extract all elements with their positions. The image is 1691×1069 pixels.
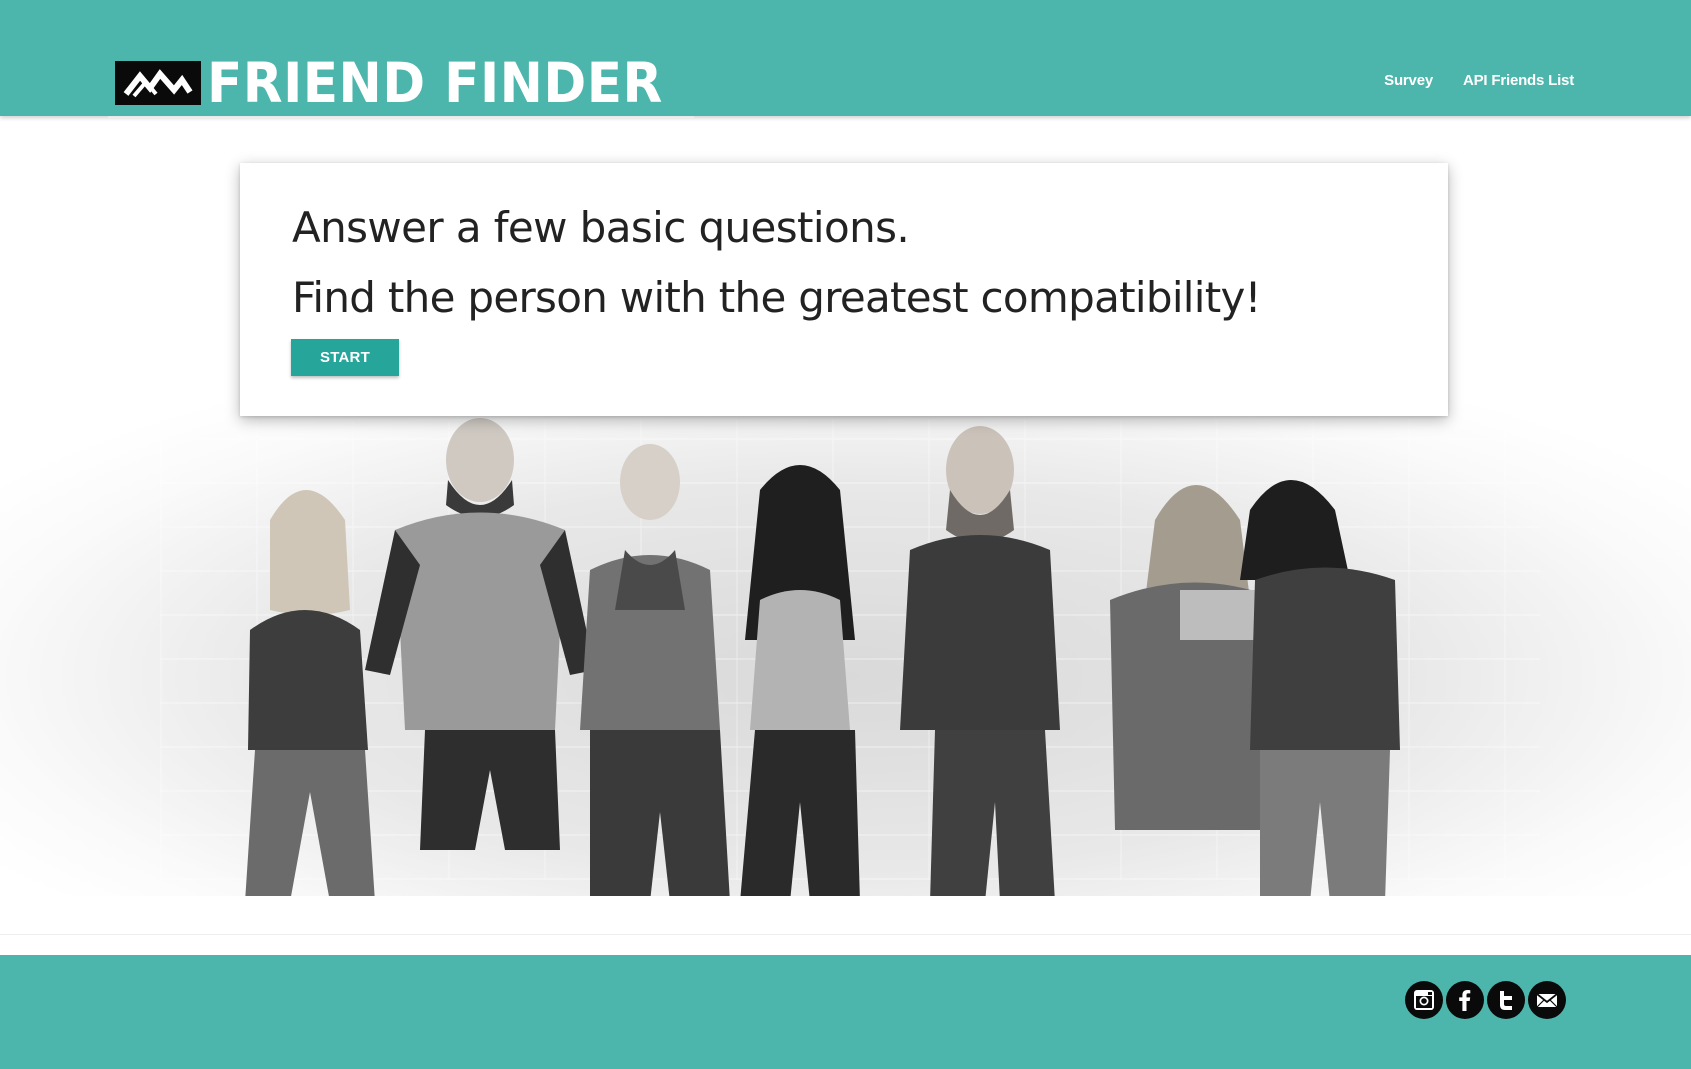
nav-link-survey[interactable]: Survey (1384, 72, 1433, 89)
header: FRIEND FINDER Survey API Friends List (0, 0, 1691, 118)
brand-title: FRIEND FINDER (207, 50, 663, 115)
intro-card: Answer a few basic questions. Find the p… (240, 163, 1448, 416)
brand[interactable]: FRIEND FINDER (108, 50, 694, 118)
email-icon[interactable] (1528, 981, 1566, 1019)
facebook-icon[interactable] (1446, 981, 1484, 1019)
hero-photo (0, 400, 1691, 902)
social-links (1405, 981, 1566, 1019)
twitter-icon[interactable] (1487, 981, 1525, 1019)
top-nav: Survey API Friends List (1384, 72, 1574, 89)
footer (0, 955, 1691, 1069)
card-subheadline: Find the person with the greatest compat… (292, 273, 1261, 322)
hero-bottom-edge (0, 896, 1691, 902)
start-button[interactable]: START (291, 339, 399, 376)
instagram-icon[interactable] (1405, 981, 1443, 1019)
footer-divider (0, 934, 1691, 935)
mountain-logo-icon (115, 61, 201, 105)
nav-link-api-friends-list[interactable]: API Friends List (1463, 72, 1574, 89)
card-headline: Answer a few basic questions. (292, 203, 910, 252)
group-of-people-image (245, 418, 1400, 902)
